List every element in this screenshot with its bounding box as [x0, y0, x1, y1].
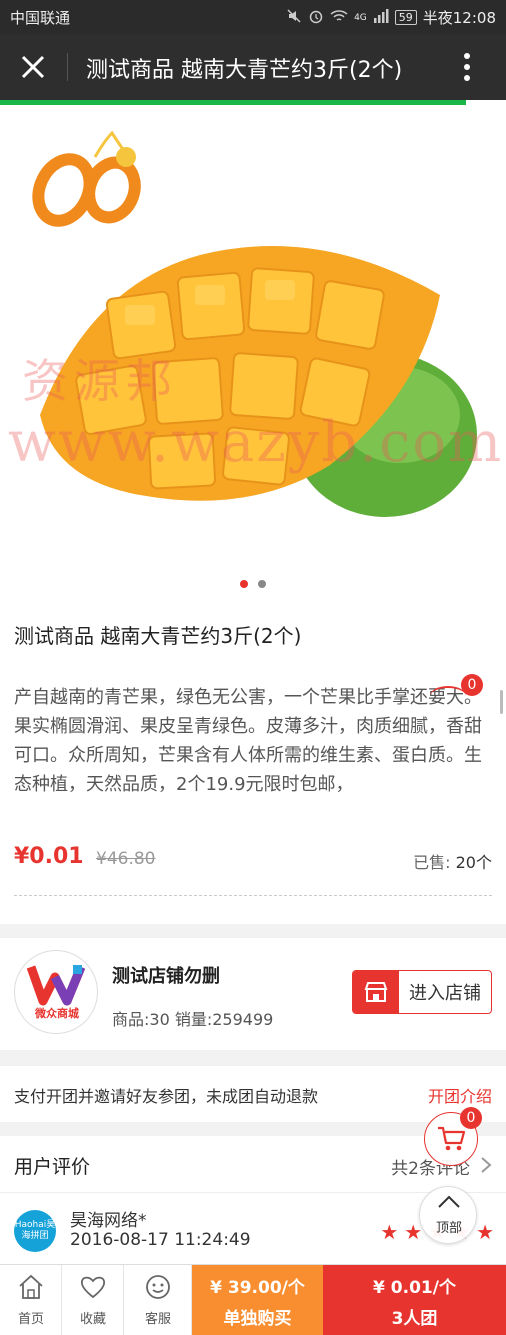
- group-rule-text: 支付开团并邀请好友参团，未成团自动退款: [14, 1087, 319, 1106]
- brand-logo: [32, 130, 141, 227]
- title-divider: [67, 53, 68, 81]
- favorite-label: 收藏: [79, 1312, 106, 1327]
- home-label: 首页: [17, 1312, 44, 1327]
- watermark-text: 资源邦: [22, 354, 178, 408]
- scrollbar[interactable]: [500, 690, 503, 714]
- cart-badge-top: 0: [461, 674, 483, 696]
- group-rule-row[interactable]: 支付开团并邀请好友参团，未成团自动退款 开团介绍: [0, 1066, 506, 1122]
- more-vertical-icon: [464, 53, 470, 81]
- original-price: ¥46.80: [96, 849, 156, 869]
- back-to-top-button[interactable]: 顶部: [419, 1186, 477, 1244]
- status-bar: 中国联通 4G 59 半夜12:08: [0, 0, 506, 34]
- cart-badge: 0: [460, 1107, 482, 1129]
- chevron-up-icon: [438, 1195, 460, 1208]
- group-label: 3人团: [391, 1309, 438, 1329]
- group-price: ¥ 0.01/个: [373, 1278, 456, 1298]
- mute-icon: [286, 8, 302, 28]
- battery-indicator: 59: [394, 10, 417, 25]
- carousel-dot[interactable]: [258, 580, 266, 588]
- cart-float-partial[interactable]: [430, 686, 466, 706]
- home-button[interactable]: 首页: [0, 1265, 62, 1335]
- carousel-dot-active[interactable]: [240, 580, 248, 588]
- enter-shop-label: 进入店铺: [409, 983, 481, 1004]
- section-gap: [0, 924, 506, 938]
- alarm-icon: [308, 8, 324, 28]
- group-intro-link[interactable]: 开团介绍: [428, 1083, 492, 1107]
- store-icon: [353, 971, 399, 1013]
- sold-label: 已售:: [413, 853, 451, 872]
- product-price: ¥0.01: [14, 844, 84, 869]
- star-icon: ★: [380, 1220, 399, 1244]
- shop-logo-text: 微众商城: [34, 1006, 79, 1020]
- product-description: 产自越南的青芒果，绿色无公害，一个芒果比手掌还要大。果实椭圆滑润、果皮呈青绿色。…: [14, 687, 482, 795]
- buy-alone-button[interactable]: ¥ 39.00/个 单独购买: [192, 1265, 323, 1335]
- review-date: 2016-08-17 11:24:49: [70, 1230, 251, 1250]
- network-type: 4G: [354, 12, 367, 23]
- shop-logo: 微众商城: [14, 950, 98, 1034]
- shop-name: 测试店铺勿删: [112, 966, 220, 987]
- close-button[interactable]: [18, 52, 48, 82]
- group-buy-button[interactable]: ¥ 0.01/个 3人团: [323, 1265, 506, 1335]
- close-icon: [21, 55, 45, 79]
- signal-icon: [373, 8, 389, 27]
- reviewer-avatar: Haohai昊海拼团: [14, 1210, 56, 1252]
- carrier-label: 中国联通: [10, 9, 71, 27]
- service-icon: [146, 1275, 170, 1299]
- cart-icon: [438, 1126, 466, 1151]
- bottom-action-bar: 首页 收藏 客服 ¥ 39.00/个 单独购买 ¥ 0.01/个 3人团: [0, 1264, 506, 1335]
- reviews-heading: 用户评价: [14, 1156, 91, 1178]
- product-image-carousel[interactable]: 资源邦 www.wazyb.com: [0, 105, 506, 600]
- shop-stats: 商品:30 销量:259499: [112, 1010, 274, 1029]
- star-icon: ★: [476, 1220, 494, 1244]
- back-to-top-label: 顶部: [435, 1221, 462, 1236]
- divider: [14, 895, 492, 896]
- wifi-icon: [330, 8, 348, 28]
- favorite-button[interactable]: 收藏: [62, 1265, 124, 1335]
- chevron-right-icon[interactable]: [480, 1156, 492, 1178]
- sold-value: 20个: [455, 853, 492, 872]
- product-title: 测试商品 越南大青芒约3斤(2个): [14, 624, 302, 648]
- section-gap: [0, 1050, 506, 1066]
- solo-price: ¥ 39.00/个: [210, 1278, 305, 1298]
- customer-service-button[interactable]: 客服: [124, 1265, 192, 1335]
- title-bar: 测试商品 越南大青芒约3斤(2个): [0, 34, 506, 100]
- shop-card[interactable]: 微众商城 测试店铺勿删 商品:30 销量:259499 进入店铺: [0, 938, 506, 1050]
- solo-label: 单独购买: [223, 1309, 292, 1329]
- watermark-url: www.wazyb.com: [8, 410, 504, 475]
- service-label: 客服: [144, 1312, 171, 1327]
- reviewer-name: 昊海网络*: [70, 1211, 147, 1231]
- enter-shop-button[interactable]: 进入店铺: [352, 970, 492, 1014]
- sold-count: 已售: 20个: [413, 849, 492, 873]
- heart-icon: [80, 1276, 106, 1299]
- carousel-indicator: [240, 580, 266, 588]
- page-title: 测试商品 越南大青芒约3斤(2个): [86, 58, 403, 83]
- home-icon: [19, 1274, 43, 1299]
- clock: 半夜12:08: [422, 9, 496, 27]
- more-menu-button[interactable]: [455, 50, 479, 84]
